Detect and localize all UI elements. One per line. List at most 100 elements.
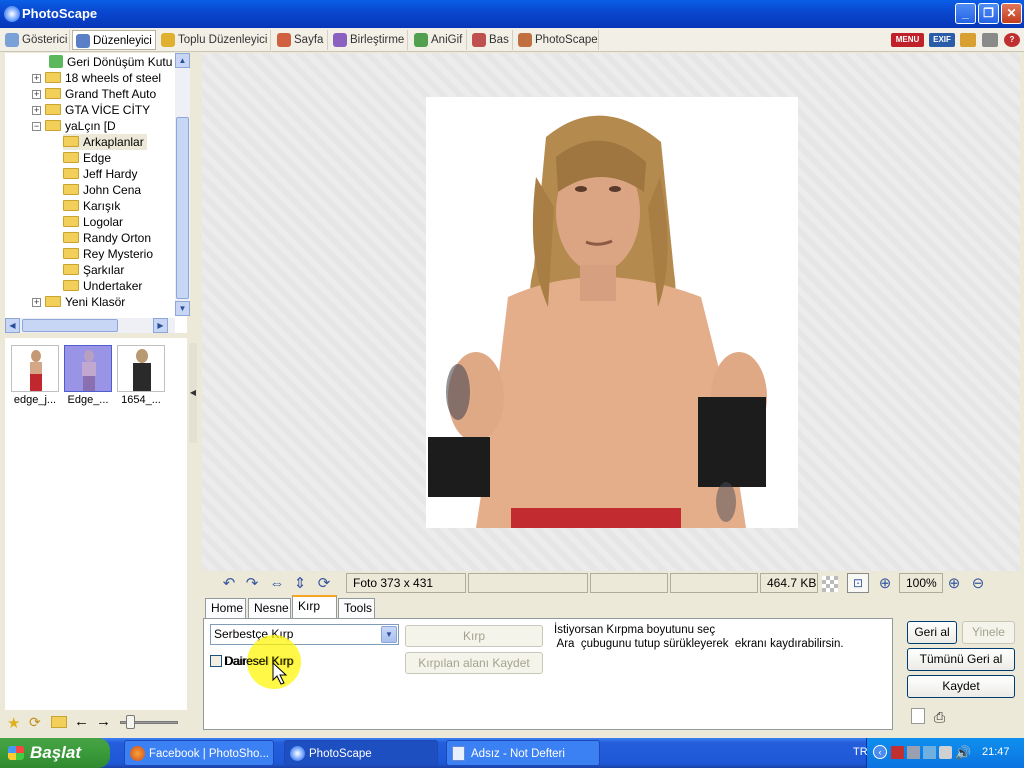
scroll-up-icon[interactable]: ▲ [175,53,190,68]
tab-page[interactable]: Sayfa [274,30,328,50]
checkbox-box[interactable] [210,655,222,667]
expand-icon[interactable]: + [32,106,41,115]
slider-thumb[interactable] [126,715,135,729]
rotate-left-icon[interactable]: ↶ [220,575,238,593]
tab-home[interactable]: Home [205,598,246,618]
tree-item-logolar[interactable]: Logolar [63,214,123,230]
tree-item-sarkilar[interactable]: Şarkılar [63,262,124,278]
printer-icon[interactable]: ⎙ [934,709,945,726]
forward-arrow-icon[interactable]: → [96,713,111,730]
thumbnail-image[interactable] [117,345,165,392]
flip-horizontal-icon[interactable]: ⇔ [268,575,286,593]
tree-vertical-scrollbar[interactable]: ▲ ▼ [175,53,190,316]
help-icon[interactable]: ? [1004,33,1020,47]
scroll-right-icon[interactable]: ▶ [153,318,168,333]
flip-vertical-icon[interactable]: ⇕ [291,575,309,593]
expand-icon[interactable]: + [32,298,41,307]
transparency-checker-icon[interactable] [822,576,838,592]
back-arrow-icon[interactable]: ← [74,713,89,730]
crop-mode-select[interactable]: Serbestçe Kırp ▼ [210,624,399,645]
folder-icon [45,296,61,307]
tray-app-icon[interactable] [891,746,904,759]
copy-icon[interactable] [982,33,998,47]
open-folder-icon[interactable] [51,716,67,728]
tree-item-jeff-hardy[interactable]: Jeff Hardy [63,166,137,182]
tab-tools[interactable]: Tools [338,598,375,618]
tab-photoscape[interactable]: PhotoScape [515,30,599,50]
tray-display-icon[interactable] [923,746,936,759]
taskbar-item-notepad[interactable]: Adsız - Not Defteri [446,740,600,766]
tree-item-yalcin-drive[interactable]: yaLçın [D [45,118,116,134]
chevron-down-icon[interactable]: ▼ [381,626,397,643]
tree-item-gta-vice-city[interactable]: GTA VİCE CİTY [45,102,150,118]
tab-print[interactable]: Bas [469,30,513,50]
zoom-out-icon[interactable]: ⊖ [969,575,987,593]
crop-panel: Serbestçe Kırp ▼ Kırp Kırpılan alanı Kayd… [203,618,893,730]
tab-object[interactable]: Nesne [248,598,291,618]
tree-item-john-cena[interactable]: John Cena [63,182,141,198]
thumbnail-image[interactable] [11,345,59,392]
maximize-button[interactable]: ❐ [978,3,999,24]
tree-horizontal-scrollbar[interactable]: ◀ ▶ [5,318,175,333]
undo-button[interactable]: Geri al [907,621,957,644]
tab-combine[interactable]: Birleştirme [330,30,408,50]
tree-item-gta[interactable]: Grand Theft Auto [45,86,156,102]
tree-item-rey-mysterio[interactable]: Rey Mysterio [63,246,153,262]
menu-button[interactable]: MENU [891,33,924,47]
expand-icon[interactable]: + [32,90,41,99]
scroll-down-icon[interactable]: ▼ [175,301,190,316]
tree-item-karisik[interactable]: Karışık [63,198,120,214]
tray-settings-icon[interactable] [939,746,952,759]
tree-item-undertaker[interactable]: Undertaker [63,278,142,294]
show-hidden-icons-icon[interactable]: ‹ [873,745,887,759]
tree-item-edge[interactable]: Edge [63,150,111,166]
print-icon [472,33,486,47]
tab-viewer[interactable]: Gösterici [2,30,70,50]
tab-editor[interactable]: Düzenleyici [72,30,156,50]
tree-item-yeni-klasor[interactable]: Yeni Klasör [45,294,125,310]
edited-photo[interactable] [426,97,798,528]
network-icon[interactable] [907,746,920,759]
checkbox-label: Dairesel Kırp [225,654,295,668]
taskbar-item-firefox[interactable]: Facebook | PhotoSho... [124,740,274,766]
collapse-icon[interactable]: − [32,122,41,131]
tab-crop[interactable]: Kırp [292,595,337,619]
taskbar-item-photoscape[interactable]: PhotoScape [284,740,438,766]
exif-button[interactable]: EXIF [929,33,955,47]
star-icon[interactable]: ★ [7,714,20,732]
folder-settings-icon[interactable] [960,33,976,47]
actual-size-icon[interactable]: ⊡ [847,573,869,593]
undo-all-button[interactable]: Tümünü Geri al [907,648,1015,671]
scroll-thumb[interactable] [22,319,118,332]
thumbnail-image-selected[interactable] [64,345,112,392]
minimize-button[interactable]: _ [955,3,976,24]
close-button[interactable]: ✕ [1001,3,1022,24]
start-button[interactable]: Başlat [0,738,110,768]
panel-collapse-handle[interactable]: ◀ [189,343,197,443]
refresh-folder-icon[interactable]: ⟳ [29,714,41,731]
new-page-icon[interactable] [911,708,925,724]
tree-item-randy-orton[interactable]: Randy Orton [63,230,151,246]
expand-icon[interactable]: + [32,74,41,83]
tree-item-label: Undertaker [83,279,143,293]
crop-hint-text: İstiyorsan Kırpma boyutunu seç Ara çubug… [554,623,844,651]
circle-crop-checkbox[interactable]: Dairesel Kırp [210,655,294,668]
redo-button[interactable]: Yinele [962,621,1015,644]
tree-item-recycle-bin[interactable]: Geri Dönüşüm Kutu [49,54,172,70]
volume-icon[interactable]: 🔊 [955,745,971,761]
tree-item-18-wheels[interactable]: 18 wheels of steel [45,70,161,86]
refresh-icon[interactable]: ⟳ [315,575,333,593]
save-button[interactable]: Kaydet [907,675,1015,698]
tree-item-arkaplanlar[interactable]: Arkaplanlar [63,134,147,150]
zoom-fit-icon[interactable]: ⊕ [876,575,894,593]
zoom-in-icon[interactable]: ⊕ [945,575,963,593]
crop-button[interactable]: Kırp [405,625,543,647]
tab-batch-editor[interactable]: Toplu Düzenleyici [158,30,271,50]
rotate-right-icon[interactable]: ↷ [243,575,261,593]
scroll-thumb[interactable] [176,117,189,299]
folder-icon [63,248,79,259]
scroll-left-icon[interactable]: ◀ [5,318,20,333]
save-cropped-button[interactable]: Kırpılan alanı Kaydet [405,652,543,674]
language-indicator[interactable]: TR [853,746,868,758]
tab-anigif[interactable]: AniGif [411,30,467,50]
